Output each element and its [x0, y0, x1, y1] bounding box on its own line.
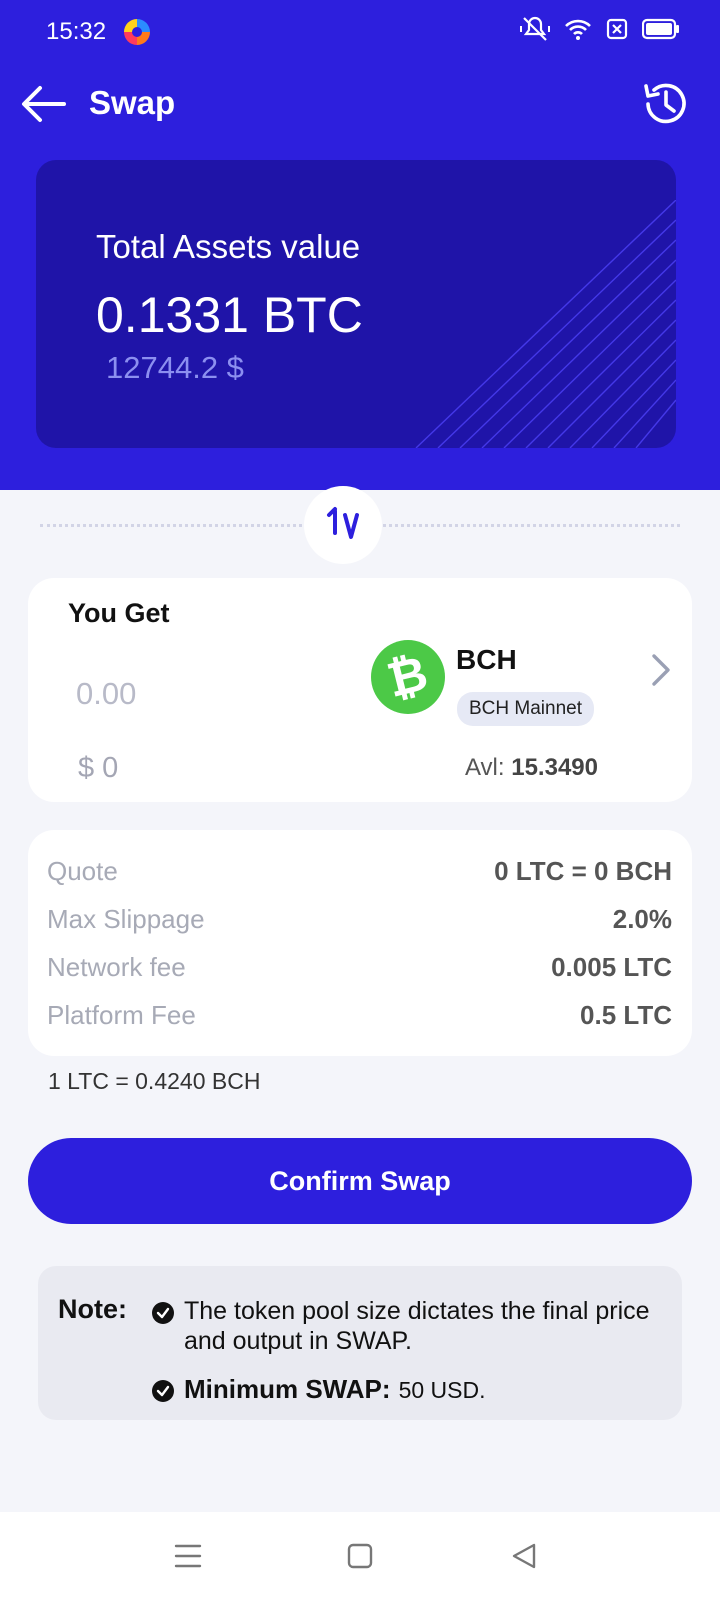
- note-box: Note: The token pool size dictates the f…: [38, 1266, 682, 1420]
- quote-value: 0 LTC = 0 BCH: [494, 856, 672, 886]
- swap-info-card: Quote 0 LTC = 0 BCH Max Slippage 2.0% Ne…: [28, 830, 692, 1056]
- page-title: Swap: [89, 84, 176, 121]
- battery-icon: [642, 18, 679, 40]
- available-value: 15.3490: [511, 754, 598, 781]
- total-assets-usd: 12744.2 $: [106, 350, 244, 385]
- nav-home-button[interactable]: [342, 1540, 378, 1572]
- get-amount-input[interactable]: 0.00: [76, 676, 136, 712]
- quote-label: Quote: [47, 856, 118, 886]
- arrow-left-icon: [22, 86, 66, 122]
- history-button[interactable]: [640, 78, 692, 130]
- mute-vibrate-icon: [520, 16, 550, 41]
- exchange-rate: 1 LTC = 0.4240 BCH: [48, 1068, 261, 1094]
- menu-icon: [174, 1544, 202, 1568]
- note-pool-text: The token pool size dictates the final p…: [184, 1297, 650, 1355]
- network-fee-label: Network fee: [47, 952, 186, 982]
- system-nav-bar: [0, 1512, 720, 1600]
- platform-fee-value: 0.5 LTC: [580, 1000, 672, 1030]
- check-circle-icon: [152, 1302, 174, 1324]
- token-select-button[interactable]: [648, 650, 674, 690]
- app-bar: Swap: [0, 72, 720, 136]
- info-row-platform-fee: Platform Fee 0.5 LTC: [47, 1000, 672, 1040]
- info-row-network-fee: Network fee 0.005 LTC: [47, 952, 672, 992]
- note-label: Note:: [58, 1294, 127, 1324]
- token-network-badge: BCH Mainnet: [457, 692, 594, 726]
- info-row-quote: Quote 0 LTC = 0 BCH: [47, 856, 672, 896]
- minimum-swap-label: Minimum SWAP:: [184, 1374, 391, 1404]
- platform-fee-label: Platform Fee: [47, 1000, 196, 1030]
- back-button[interactable]: [20, 82, 68, 126]
- get-usd-value: $ 0: [78, 752, 119, 784]
- check-circle-icon: [152, 1380, 174, 1402]
- total-assets-btc: 0.1331 BTC: [96, 287, 363, 343]
- available-label: Avl:: [464, 754, 505, 781]
- status-bar: 15:32: [0, 0, 720, 64]
- network-fee-value: 0.005 LTC: [551, 952, 672, 982]
- history-clock-icon: [644, 83, 686, 124]
- status-time: 15:32: [46, 18, 107, 45]
- you-get-card: You Get 0.00 $ 0 ₿ BCH BCH Mainnet Avl: …: [28, 578, 692, 802]
- available-balance: Avl: 15.3490: [465, 754, 598, 782]
- header-background: 15:32 Swap Total Assets value 0.1331 BTC…: [0, 0, 720, 490]
- total-assets-label: Total Assets value: [96, 228, 361, 265]
- browser-app-icon: [124, 19, 150, 45]
- token-symbol[interactable]: BCH: [456, 644, 517, 676]
- confirm-swap-button[interactable]: Confirm Swap: [28, 1138, 692, 1224]
- max-slippage-value: 2.0%: [612, 904, 672, 934]
- info-row-max-slippage: Max Slippage 2.0%: [47, 904, 672, 944]
- chevron-right-icon: [652, 654, 670, 686]
- home-square-icon: [347, 1543, 373, 1569]
- sim-off-icon: [606, 18, 628, 40]
- card-stripes-decoration: [415, 200, 676, 448]
- nav-menu-button[interactable]: [170, 1540, 206, 1572]
- minimum-swap-value: 50 USD.: [398, 1377, 486, 1403]
- bch-logo-icon: ₿: [371, 640, 445, 714]
- total-assets-card: Total Assets value 0.1331 BTC 12744.2 $: [36, 160, 676, 448]
- swap-direction-button[interactable]: [304, 486, 382, 564]
- wifi-icon: [565, 19, 591, 40]
- you-get-title: You Get: [68, 598, 170, 628]
- nav-back-button[interactable]: [506, 1540, 542, 1572]
- swap-arrows-icon: [327, 507, 359, 539]
- max-slippage-label: Max Slippage: [47, 904, 205, 934]
- back-triangle-icon: [512, 1543, 536, 1569]
